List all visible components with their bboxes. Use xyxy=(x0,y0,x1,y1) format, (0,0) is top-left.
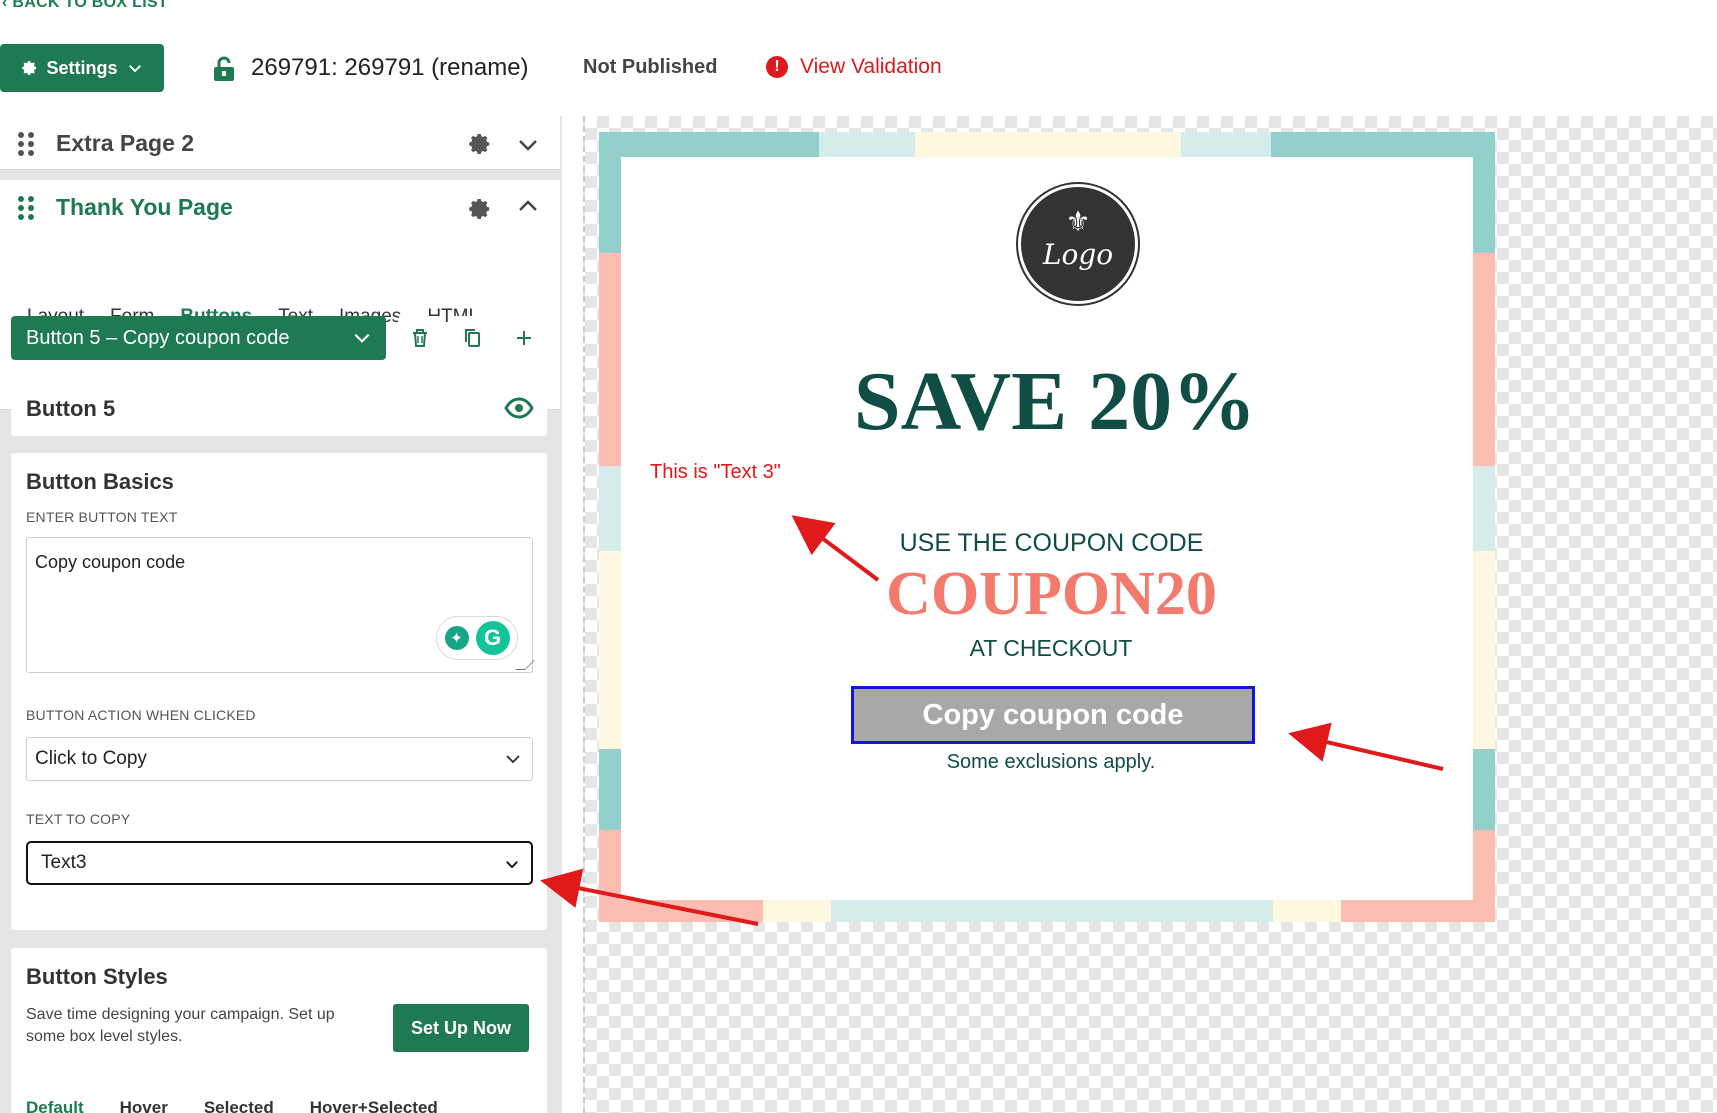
border-segment xyxy=(1271,132,1495,157)
chevron-down-icon xyxy=(128,65,141,73)
border-segment xyxy=(915,132,1181,157)
border-segment xyxy=(1473,551,1495,749)
logo-text: Logo xyxy=(1042,237,1114,271)
popup-preview: ⚜ Logo SAVE 20% This is "Text 3" USE THE… xyxy=(599,132,1495,922)
button-selector-label: Button 5 – Copy coupon code xyxy=(26,326,290,349)
style-tab-selected[interactable]: Selected xyxy=(204,1098,274,1113)
editor-sidebar: Extra Page 2 Thank You Page Layout Form … xyxy=(0,116,562,1113)
gear-icon[interactable] xyxy=(466,196,492,222)
button-basics-title: Button Basics xyxy=(26,469,174,494)
text-to-copy-label: TEXT TO COPY xyxy=(26,811,131,827)
border-segment xyxy=(599,749,621,830)
button-text-label: ENTER BUTTON TEXT xyxy=(26,509,178,525)
view-validation-label: View Validation xyxy=(800,55,942,78)
grammarly-widget[interactable]: ✦ G xyxy=(436,616,518,660)
coupon-code-text[interactable]: COUPON20 xyxy=(621,559,1473,630)
page-name: Extra Page 2 xyxy=(56,130,195,156)
plus-icon xyxy=(517,331,531,345)
style-state-tabs: Default Hover Selected Hover+Selected xyxy=(26,1098,438,1113)
lock-icon[interactable] xyxy=(213,56,235,82)
trash-icon xyxy=(413,329,427,347)
publish-status: Not Published xyxy=(583,56,718,78)
logo-image[interactable]: ⚜ Logo xyxy=(1018,184,1138,304)
text-to-copy-value: Text3 xyxy=(41,852,87,873)
page-name[interactable]: Thank You Page xyxy=(56,194,233,221)
border-segment xyxy=(763,900,831,922)
border-segment xyxy=(599,900,763,922)
button-selector-dropdown[interactable]: Button 5 – Copy coupon code xyxy=(11,316,386,360)
alert-icon: ! xyxy=(766,56,788,78)
delete-button[interactable] xyxy=(398,316,442,360)
button-styles-description: Save time designing your campaign. Set u… xyxy=(26,1006,335,1045)
gear-icon[interactable] xyxy=(466,131,492,157)
button-action-select[interactable]: Click to Copy xyxy=(26,737,533,781)
exclusions-text[interactable]: Some exclusions apply. xyxy=(621,751,1473,774)
fleur-de-lis-icon: ⚜ xyxy=(1065,206,1091,237)
use-coupon-code-text[interactable]: USE THE COUPON CODE xyxy=(621,529,1473,558)
style-tab-default[interactable]: Default xyxy=(26,1098,84,1113)
border-segment xyxy=(1473,466,1495,551)
view-validation-link[interactable]: ! View Validation xyxy=(766,55,942,79)
chevron-down-icon[interactable] xyxy=(516,133,540,157)
drag-handle-icon[interactable] xyxy=(18,132,34,156)
eye-icon[interactable] xyxy=(504,397,534,419)
annotation-note: This is "Text 3" xyxy=(650,461,781,483)
settings-button[interactable]: Settings xyxy=(0,44,164,92)
at-checkout-text[interactable]: AT CHECKOUT xyxy=(621,635,1473,662)
duplicate-button[interactable] xyxy=(450,316,494,360)
button-action-label: BUTTON ACTION WHEN CLICKED xyxy=(26,707,256,723)
add-button[interactable] xyxy=(502,316,546,360)
lightbulb-icon[interactable]: ✦ xyxy=(444,626,469,650)
page-row-extra-page-2[interactable]: Extra Page 2 xyxy=(0,116,560,170)
chevron-down-icon xyxy=(354,333,370,343)
button-styles-title: Button Styles xyxy=(26,964,168,989)
border-segment xyxy=(1341,900,1495,922)
border-segment xyxy=(1473,157,1495,253)
box-title[interactable]: 269791: 269791 (rename) xyxy=(251,54,529,82)
button-name-card: Button 5 xyxy=(11,382,547,436)
chevron-up-icon[interactable] xyxy=(516,194,540,218)
button-text-input[interactable]: Copy coupon code ✦ G xyxy=(26,537,535,673)
border-segment xyxy=(599,466,621,551)
button-name: Button 5 xyxy=(26,396,116,421)
duplicate-icon xyxy=(465,329,480,347)
border-segment xyxy=(1473,253,1495,466)
copy-coupon-code-button[interactable]: Copy coupon code xyxy=(851,686,1255,744)
popup-content: ⚜ Logo SAVE 20% This is "Text 3" USE THE… xyxy=(621,157,1473,900)
style-tab-hover[interactable]: Hover xyxy=(120,1098,168,1113)
border-segment xyxy=(599,157,621,253)
border-segment xyxy=(1181,132,1271,157)
text-to-copy-select[interactable]: Text3 xyxy=(26,841,533,885)
settings-label: Settings xyxy=(46,57,118,78)
headline-text[interactable]: SAVE 20% xyxy=(621,353,1473,450)
button-text-value: Copy coupon code xyxy=(35,552,186,572)
button-action-value: Click to Copy xyxy=(35,748,147,769)
border-segment xyxy=(599,253,621,466)
button-styles-card: Button Styles Save time designing your c… xyxy=(11,948,547,1113)
chevron-down-icon xyxy=(506,861,518,869)
drag-handle-icon[interactable] xyxy=(18,196,34,220)
gear-icon xyxy=(22,61,37,75)
border-segment xyxy=(599,132,819,157)
chevron-down-icon xyxy=(506,755,520,764)
button-basics-card: Button Basics ENTER BUTTON TEXT Copy cou… xyxy=(11,453,547,930)
border-segment xyxy=(1473,749,1495,830)
border-segment xyxy=(819,132,915,157)
set-up-now-button[interactable]: Set Up Now xyxy=(393,1004,529,1052)
border-segment xyxy=(831,900,1273,922)
border-segment xyxy=(599,551,621,749)
page-row-thank-you-page: Thank You Page Layout Form Buttons Text … xyxy=(0,180,560,410)
border-segment xyxy=(1273,900,1341,922)
grammarly-icon[interactable]: G xyxy=(475,621,510,655)
style-tab-hover-selected[interactable]: Hover+Selected xyxy=(310,1098,438,1113)
back-to-box-list-link[interactable]: ‹ BACK TO BOX LIST xyxy=(2,0,168,12)
resize-handle-icon[interactable] xyxy=(515,660,535,670)
